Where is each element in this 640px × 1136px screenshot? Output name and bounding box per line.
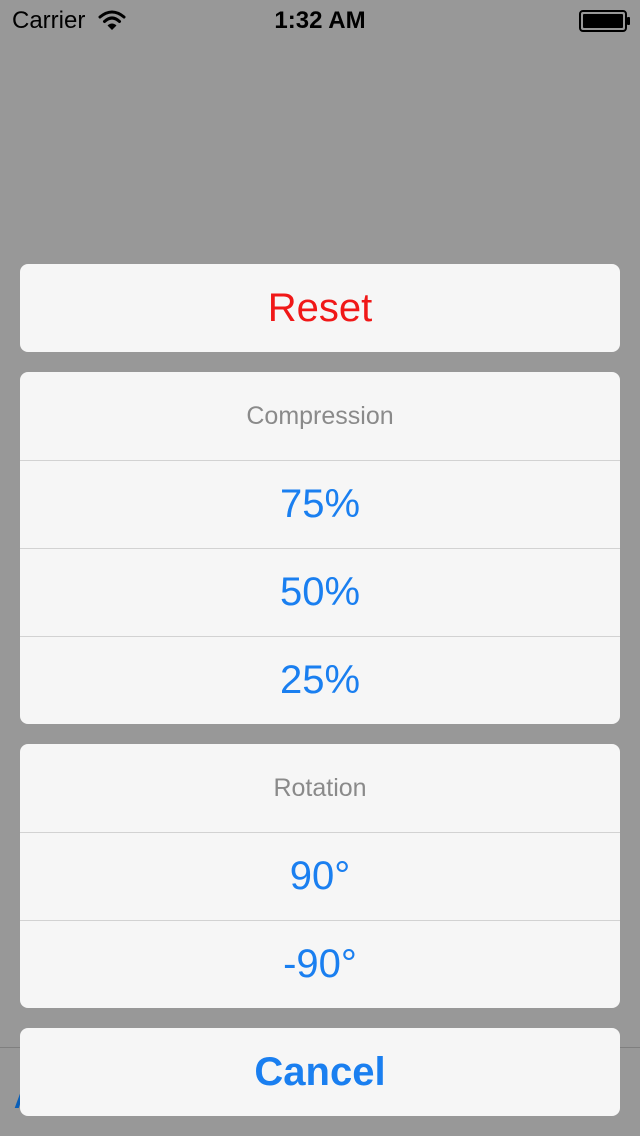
compression-option-25[interactable]: 25%	[20, 636, 620, 724]
compression-option-50[interactable]: 50%	[20, 548, 620, 636]
rotation-title: Rotation	[273, 773, 367, 802]
screen: Carrier 1:32 AM A Reset Compression 75% …	[0, 0, 640, 1136]
compression-group: Compression 75% 50% 25%	[20, 372, 620, 724]
cancel-group: Cancel	[20, 1028, 620, 1116]
reset-group: Reset	[20, 264, 620, 352]
compression-option-75[interactable]: 75%	[20, 460, 620, 548]
reset-button[interactable]: Reset	[20, 264, 620, 352]
status-time: 1:32 AM	[274, 7, 366, 34]
battery-full-icon	[579, 10, 630, 32]
rotation-group: Rotation 90° -90°	[20, 744, 620, 1008]
rotation-option-90[interactable]: 90°	[20, 832, 620, 920]
rotation-option-minus-90[interactable]: -90°	[20, 920, 620, 1008]
cancel-button[interactable]: Cancel	[20, 1028, 620, 1116]
status-bar: Carrier 1:32 AM	[0, 0, 640, 40]
compression-title: Compression	[246, 401, 394, 430]
